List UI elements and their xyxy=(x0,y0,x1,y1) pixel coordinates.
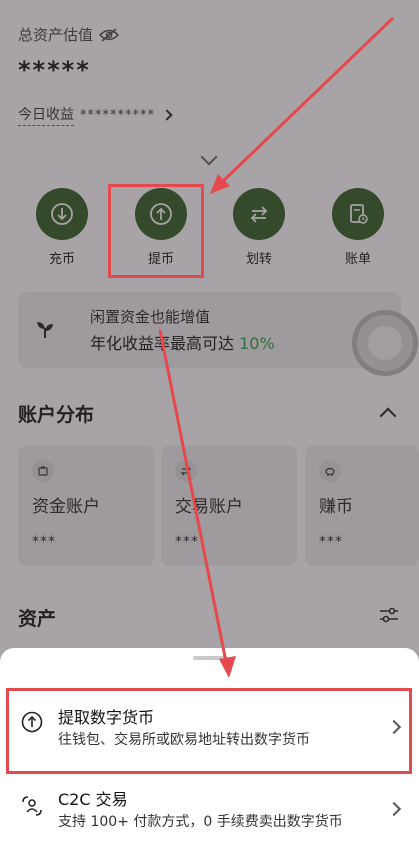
c2c-trade-option[interactable]: C2C 交易 支持 100+ 付款方式，0 手续费卖出数字货币 xyxy=(0,782,419,845)
chevron-right-icon xyxy=(386,801,402,817)
c2c-trade-title: C2C 交易 xyxy=(58,790,128,809)
highlight-withdraw-button xyxy=(108,184,204,278)
highlight-withdraw-option xyxy=(6,688,412,774)
c2c-icon xyxy=(20,794,44,818)
c2c-trade-desc: 支持 100+ 付款方式，0 手续费卖出数字货币 xyxy=(58,814,343,830)
sheet-handle[interactable] xyxy=(193,656,227,660)
